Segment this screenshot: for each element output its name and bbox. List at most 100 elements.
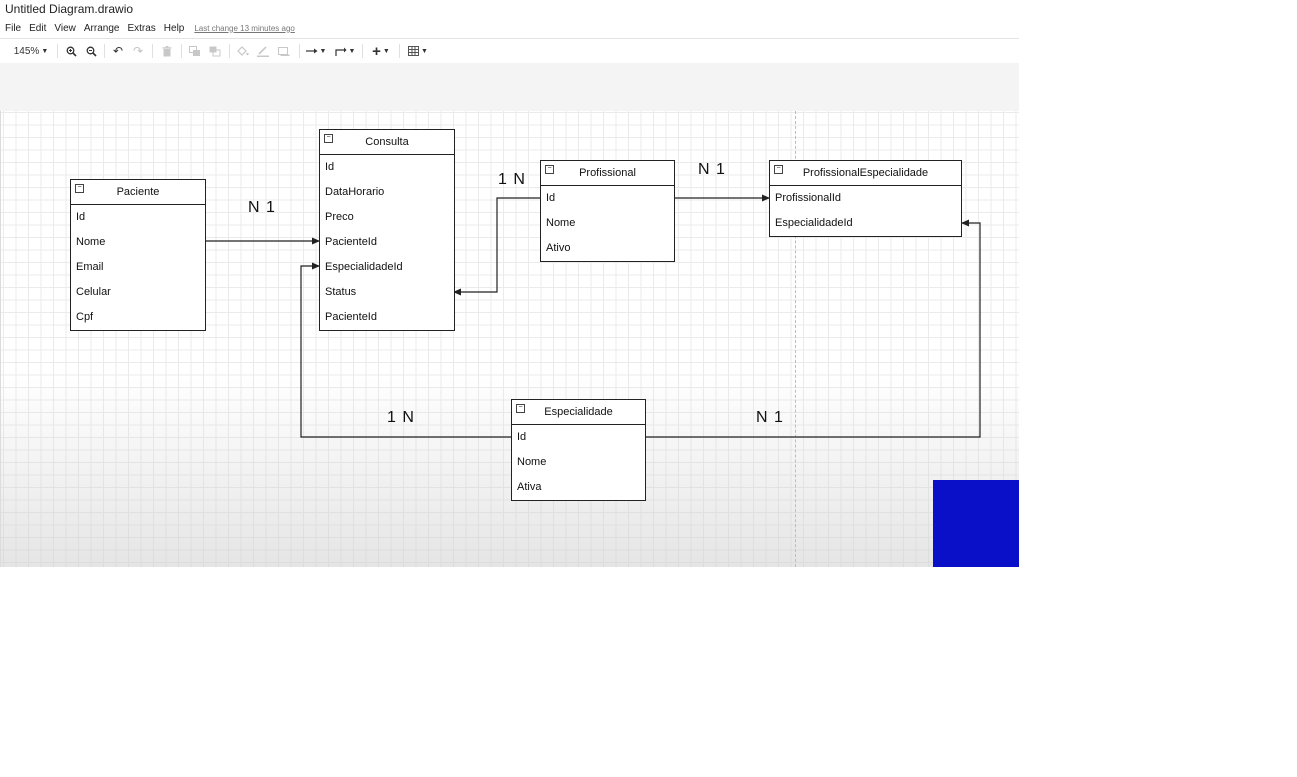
entity-field[interactable]: Preco bbox=[320, 205, 454, 230]
bring-to-front-icon bbox=[189, 45, 200, 56]
entity-field[interactable]: Id bbox=[512, 425, 645, 450]
entity-header[interactable]: − Consulta bbox=[320, 130, 454, 155]
entity-field[interactable]: Id bbox=[541, 186, 674, 211]
collapse-icon[interactable]: − bbox=[516, 404, 525, 413]
entity-field[interactable]: Nome bbox=[512, 450, 645, 475]
menu-help[interactable]: Help bbox=[164, 23, 185, 34]
entity-field[interactable]: EspecialidadeId bbox=[770, 211, 961, 236]
menu-edit[interactable]: Edit bbox=[29, 23, 46, 34]
undo-icon: ↶ bbox=[112, 44, 124, 58]
table-icon bbox=[408, 46, 420, 56]
zoom-in-button[interactable] bbox=[63, 42, 79, 60]
collapse-icon[interactable]: − bbox=[545, 165, 554, 174]
toolbar-divider bbox=[399, 44, 400, 58]
waypoints-button[interactable]: ▼ bbox=[334, 42, 356, 60]
menu-arrange[interactable]: Arrange bbox=[84, 23, 120, 34]
entity-field[interactable]: Email bbox=[71, 255, 205, 280]
to-back-button[interactable] bbox=[207, 42, 223, 60]
entity-field[interactable]: PacienteId bbox=[320, 230, 454, 255]
toolbar: 145% ▼ ↶ ↷ ▼ ▼ + ▼ ▼ bbox=[0, 38, 1019, 64]
toolbar-divider bbox=[152, 44, 153, 58]
entity-field[interactable]: Cpf bbox=[71, 305, 205, 330]
entity-field[interactable]: Status bbox=[320, 280, 454, 305]
entity-profissional-especialidade[interactable]: − ProfissionalEspecialidade Profissional… bbox=[769, 160, 962, 237]
chevron-down-icon: ▼ bbox=[319, 47, 327, 55]
entity-header[interactable]: − Profissional bbox=[541, 161, 674, 186]
entity-title: Consulta bbox=[365, 136, 409, 148]
edge-especialidade-profesp[interactable] bbox=[645, 219, 981, 438]
entity-paciente[interactable]: − Paciente Id Nome Email Celular Cpf bbox=[70, 179, 206, 331]
insert-button[interactable]: + ▼ bbox=[369, 42, 393, 60]
connection-style-button[interactable]: ▼ bbox=[305, 42, 327, 60]
entity-title: Paciente bbox=[116, 186, 160, 198]
delete-button[interactable] bbox=[159, 42, 175, 60]
zoom-out-button[interactable] bbox=[83, 42, 99, 60]
diagram-canvas[interactable]: − Paciente Id Nome Email Celular Cpf − C… bbox=[0, 111, 1019, 567]
zoom-in-icon bbox=[66, 46, 77, 57]
trash-icon bbox=[162, 45, 172, 56]
undo-button[interactable]: ↶ bbox=[110, 42, 126, 60]
entity-field[interactable]: Id bbox=[320, 155, 454, 180]
toolbar-divider bbox=[299, 44, 300, 58]
last-change-link[interactable]: Last change 13 minutes ago bbox=[194, 24, 295, 33]
paint-bucket-icon bbox=[237, 45, 249, 56]
collapse-icon[interactable]: − bbox=[75, 184, 84, 193]
entity-field[interactable]: DataHorario bbox=[320, 180, 454, 205]
orthogonal-edge-icon bbox=[334, 47, 347, 56]
collapse-icon[interactable]: − bbox=[774, 165, 783, 174]
shadow-icon bbox=[278, 46, 290, 56]
menu-bar: File Edit View Arrange Extras Help Last … bbox=[5, 21, 303, 35]
entity-field[interactable]: PacienteId bbox=[320, 305, 454, 330]
pencil-icon bbox=[257, 45, 269, 57]
chevron-down-icon: ▼ bbox=[382, 47, 390, 55]
entity-profissional[interactable]: − Profissional Id Nome Ativo bbox=[540, 160, 675, 262]
redo-button[interactable]: ↷ bbox=[130, 42, 146, 60]
fill-color-button[interactable] bbox=[235, 42, 251, 60]
toolbar-divider bbox=[57, 44, 58, 58]
cardinality-label[interactable]: N 1 bbox=[756, 409, 784, 427]
line-color-button[interactable] bbox=[255, 42, 271, 60]
drawio-app: Untitled Diagram.drawio File Edit View A… bbox=[0, 0, 1019, 567]
canvas-top-margin bbox=[0, 63, 1019, 111]
to-front-button[interactable] bbox=[187, 42, 203, 60]
chevron-down-icon: ▼ bbox=[348, 47, 356, 55]
zoom-value: 145% bbox=[13, 45, 40, 57]
chevron-down-icon: ▼ bbox=[41, 47, 49, 55]
entity-title: ProfissionalEspecialidade bbox=[802, 167, 929, 179]
menu-view[interactable]: View bbox=[54, 23, 76, 34]
entity-field[interactable]: Nome bbox=[71, 230, 205, 255]
cardinality-label[interactable]: 1 N bbox=[387, 409, 415, 427]
entity-header[interactable]: − Especialidade bbox=[512, 400, 645, 425]
entity-title: Profissional bbox=[579, 167, 636, 179]
collapse-icon[interactable]: − bbox=[324, 134, 333, 143]
entity-field[interactable]: Ativa bbox=[512, 475, 645, 500]
entity-especialidade[interactable]: − Especialidade Id Nome Ativa bbox=[511, 399, 646, 501]
arrow-right-icon bbox=[305, 48, 318, 54]
edge-profissional-consulta[interactable] bbox=[453, 197, 540, 296]
table-button[interactable]: ▼ bbox=[406, 42, 430, 60]
document-title[interactable]: Untitled Diagram.drawio bbox=[5, 2, 133, 16]
toolbar-divider bbox=[362, 44, 363, 58]
plus-icon: + bbox=[372, 42, 381, 60]
shadow-button[interactable] bbox=[276, 42, 292, 60]
cardinality-label[interactable]: N 1 bbox=[248, 199, 276, 217]
menu-file[interactable]: File bbox=[5, 23, 21, 34]
entity-header[interactable]: − ProfissionalEspecialidade bbox=[770, 161, 961, 186]
entity-field[interactable]: Id bbox=[71, 205, 205, 230]
entity-consulta[interactable]: − Consulta Id DataHorario Preco Paciente… bbox=[319, 129, 455, 331]
cardinality-label[interactable]: N 1 bbox=[698, 161, 726, 179]
entity-field[interactable]: Ativo bbox=[541, 236, 674, 261]
entity-field[interactable]: Celular bbox=[71, 280, 205, 305]
chevron-down-icon: ▼ bbox=[421, 47, 428, 55]
toolbar-divider bbox=[229, 44, 230, 58]
entity-header[interactable]: − Paciente bbox=[71, 180, 205, 205]
entity-field[interactable]: ProfissionalId bbox=[770, 186, 961, 211]
zoom-select[interactable]: 145% ▼ bbox=[12, 42, 50, 60]
entity-title: Especialidade bbox=[544, 406, 613, 418]
redo-icon: ↷ bbox=[132, 44, 144, 58]
entity-field[interactable]: EspecialidadeId bbox=[320, 255, 454, 280]
cardinality-label[interactable]: 1 N bbox=[498, 171, 526, 189]
menu-extras[interactable]: Extras bbox=[127, 23, 155, 34]
entity-field[interactable]: Nome bbox=[541, 211, 674, 236]
toolbar-divider bbox=[104, 44, 105, 58]
